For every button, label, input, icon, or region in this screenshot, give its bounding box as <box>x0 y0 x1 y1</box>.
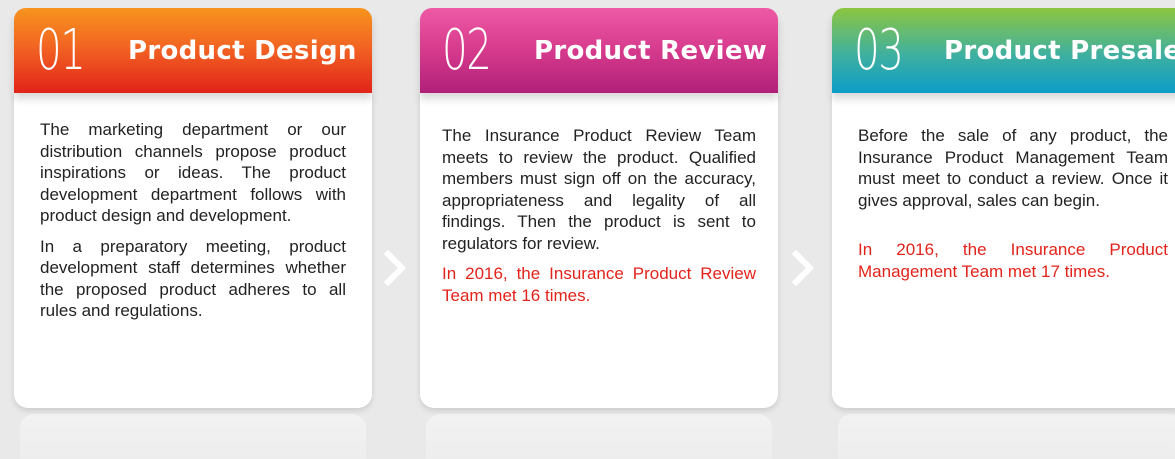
chevron-right-icon <box>791 249 815 287</box>
step-card-product-review: 02 Product Review The Insurance Product … <box>420 0 778 459</box>
step-number: 01 <box>36 17 86 83</box>
step-paragraph: In a preparatory meeting, product develo… <box>40 236 346 321</box>
step-note: In 2016, the Insurance Product Review Te… <box>442 264 756 305</box>
step-title: Product Design <box>128 35 357 66</box>
step-card-product-design: 01 Product Design The marketing departme… <box>14 0 372 459</box>
step-header: 01 Product Design <box>14 8 372 93</box>
step-body: Before the sale of any product, the Insu… <box>832 93 1175 408</box>
step-number: 03 <box>854 17 904 83</box>
step-paragraph: The Insurance Product Review Team meets … <box>442 126 756 253</box>
step-header: 02 Product Review <box>420 8 778 93</box>
card-reflection <box>426 414 772 459</box>
step-note: In 2016, the Insurance Product Managemen… <box>858 240 1168 281</box>
card-reflection <box>20 414 366 459</box>
step-header: 03 Product Presale <box>832 8 1175 93</box>
step-paragraph: The marketing department or our distribu… <box>40 120 346 225</box>
chevron-right-icon <box>383 249 407 287</box>
step-title: Product Review <box>534 35 768 66</box>
step-body: The Insurance Product Review Team meets … <box>420 93 778 408</box>
step-number: 02 <box>442 17 492 83</box>
step-paragraph: Before the sale of any product, the Insu… <box>858 126 1168 210</box>
step-title: Product Presale <box>944 35 1175 66</box>
step-body: The marketing department or our distribu… <box>14 93 372 408</box>
card-reflection <box>838 414 1175 459</box>
step-card-product-presale: 03 Product Presale Before the sale of an… <box>832 0 1175 459</box>
